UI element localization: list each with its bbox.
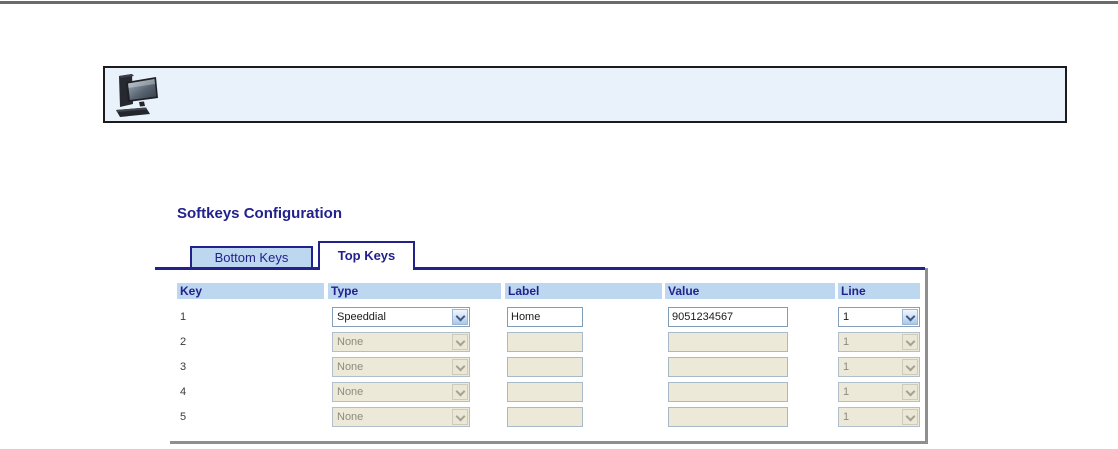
column-header-label: Label [505, 283, 662, 299]
type-select: None [332, 382, 470, 402]
info-banner [103, 66, 1067, 123]
value-input[interactable] [668, 307, 788, 327]
page-title: Softkeys Configuration [177, 205, 342, 222]
line-select-value: 1 [843, 361, 849, 373]
table-row: 3 None 1 [177, 357, 920, 377]
line-select: 1 [838, 332, 920, 352]
line-select[interactable]: 1 [838, 307, 920, 327]
key-number: 4 [180, 386, 186, 398]
panel-right-border [925, 268, 928, 444]
table-row: 1 Speeddial 1 [177, 307, 920, 327]
panel-bottom-border [170, 441, 928, 444]
key-number: 1 [180, 311, 186, 323]
value-input [668, 332, 788, 352]
type-select-value: Speeddial [337, 311, 386, 323]
chevron-down-icon [452, 384, 468, 400]
tab-top-keys[interactable]: Top Keys [318, 241, 415, 270]
value-input [668, 382, 788, 402]
line-select-value: 1 [843, 336, 849, 348]
chevron-down-icon [452, 309, 468, 325]
label-input [507, 407, 583, 427]
key-number: 3 [180, 361, 186, 373]
chevron-down-icon [902, 359, 918, 375]
table-row: 5 None 1 [177, 407, 920, 427]
label-input [507, 332, 583, 352]
tab-underline [155, 267, 925, 270]
type-select-value: None [337, 386, 363, 398]
line-select-value: 1 [843, 311, 849, 323]
chevron-down-icon [452, 334, 468, 350]
key-number: 2 [180, 336, 186, 348]
chevron-down-icon [902, 334, 918, 350]
table-row: 2 None 1 [177, 332, 920, 352]
column-header-type: Type [328, 283, 501, 299]
table-row: 4 None 1 [177, 382, 920, 402]
computer-icon [113, 72, 159, 119]
header-rule [0, 1, 1118, 4]
line-select: 1 [838, 382, 920, 402]
type-select: None [332, 357, 470, 377]
line-select-value: 1 [843, 386, 849, 398]
type-select-value: None [337, 361, 363, 373]
value-input [668, 357, 788, 377]
line-select: 1 [838, 407, 920, 427]
chevron-down-icon [452, 409, 468, 425]
column-header-key: Key [177, 283, 324, 299]
type-select: None [332, 332, 470, 352]
key-number: 5 [180, 411, 186, 423]
value-input [668, 407, 788, 427]
label-input [507, 357, 583, 377]
chevron-down-icon [902, 309, 918, 325]
chevron-down-icon [452, 359, 468, 375]
column-header-line: Line [838, 283, 920, 299]
type-select[interactable]: Speeddial [332, 307, 470, 327]
page: Softkeys Configuration Bottom Keys Top K… [0, 0, 1118, 449]
chevron-down-icon [902, 409, 918, 425]
type-select: None [332, 407, 470, 427]
chevron-down-icon [902, 384, 918, 400]
type-select-value: None [337, 336, 363, 348]
line-select-value: 1 [843, 411, 849, 423]
label-input[interactable] [507, 307, 583, 327]
label-input [507, 382, 583, 402]
column-header-value: Value [665, 283, 835, 299]
line-select: 1 [838, 357, 920, 377]
type-select-value: None [337, 411, 363, 423]
tab-bottom-keys[interactable]: Bottom Keys [190, 246, 313, 267]
